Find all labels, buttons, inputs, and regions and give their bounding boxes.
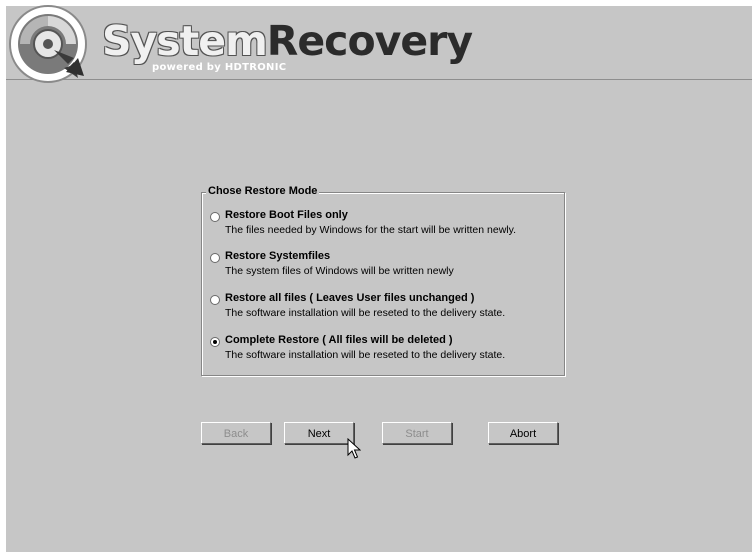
brand-title-part2: Recovery (266, 17, 473, 65)
option-description: The files needed by Windows for the star… (225, 224, 517, 236)
app-window: SystemRecovery powered by HDTRONIC Chose… (6, 5, 752, 552)
option-description: The software installation will be resete… (225, 307, 506, 319)
brand-title: SystemRecovery (102, 16, 473, 66)
option-description: The system files of Windows will be writ… (225, 265, 454, 277)
radio-restore-systemfiles[interactable] (210, 253, 220, 263)
abort-button[interactable]: Abort (488, 422, 558, 444)
restore-mode-group-title: Chose Restore Mode (206, 185, 320, 197)
header-banner: SystemRecovery powered by HDTRONIC (6, 5, 752, 83)
option-label[interactable]: Restore all files ( Leaves User files un… (225, 292, 474, 304)
disk-recovery-logo-icon (9, 5, 87, 83)
option-description: The software installation will be resete… (225, 349, 506, 361)
option-label[interactable]: Restore Boot Files only (225, 209, 348, 221)
option-label[interactable]: Complete Restore ( All files will be del… (225, 334, 453, 346)
option-label[interactable]: Restore Systemfiles (225, 250, 330, 262)
radio-restore-boot-files[interactable] (210, 212, 220, 222)
brand-title-part1: System (102, 17, 268, 65)
next-button[interactable]: Next (284, 422, 354, 444)
radio-restore-all-files[interactable] (210, 295, 220, 305)
start-button[interactable]: Start (382, 422, 452, 444)
restore-mode-group: Chose Restore Mode Restore Boot Files on… (201, 185, 565, 376)
back-button[interactable]: Back (201, 422, 271, 444)
brand-subtitle: powered by HDTRONIC (152, 62, 287, 73)
mouse-pointer-icon (347, 438, 361, 459)
radio-complete-restore[interactable] (210, 337, 220, 347)
